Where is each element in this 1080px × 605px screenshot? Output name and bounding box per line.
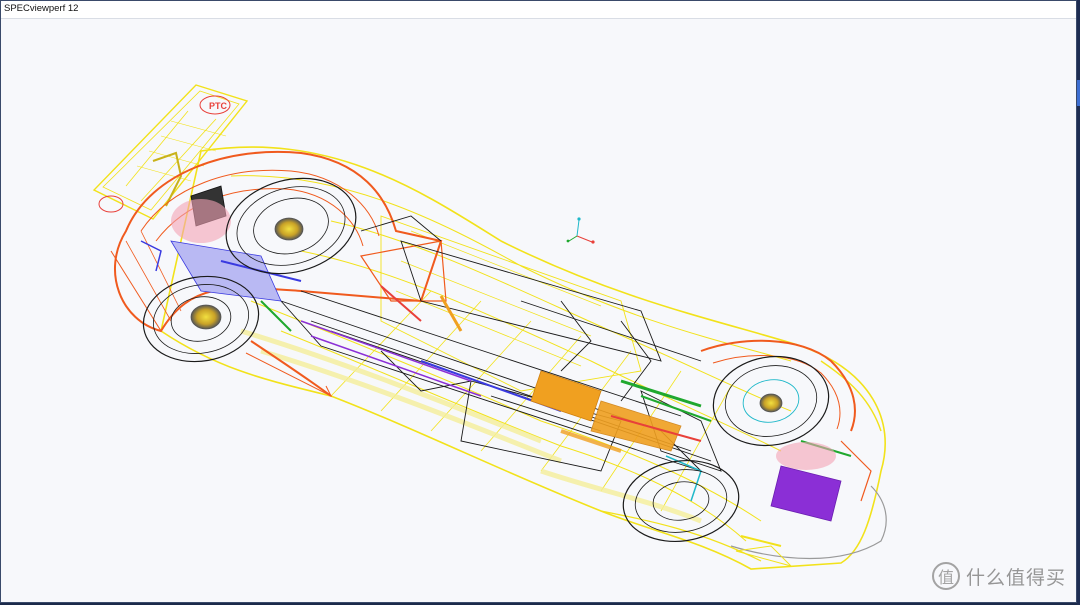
watermark-text: 什么值得买 <box>965 566 1066 589</box>
spoiler-logo-text: PTC <box>209 101 228 111</box>
title-bar[interactable]: SPECviewperf 12 <box>1 1 1076 19</box>
axis-gizmo <box>566 217 595 244</box>
window-title: SPECviewperf 12 <box>4 3 79 14</box>
rear-spoiler: PTC <box>92 84 249 220</box>
wireframe-car-scene[interactable]: PTC <box>1 19 1076 602</box>
watermark: 值 什么值得买 <box>931 562 1066 590</box>
application-window: SPECviewperf 12 PTC 值 什么值得买 <box>0 0 1077 603</box>
smzdm-logo-icon: 值 <box>931 562 960 590</box>
front-upper-wheel <box>712 355 830 447</box>
3d-viewport[interactable]: PTC <box>1 19 1076 602</box>
